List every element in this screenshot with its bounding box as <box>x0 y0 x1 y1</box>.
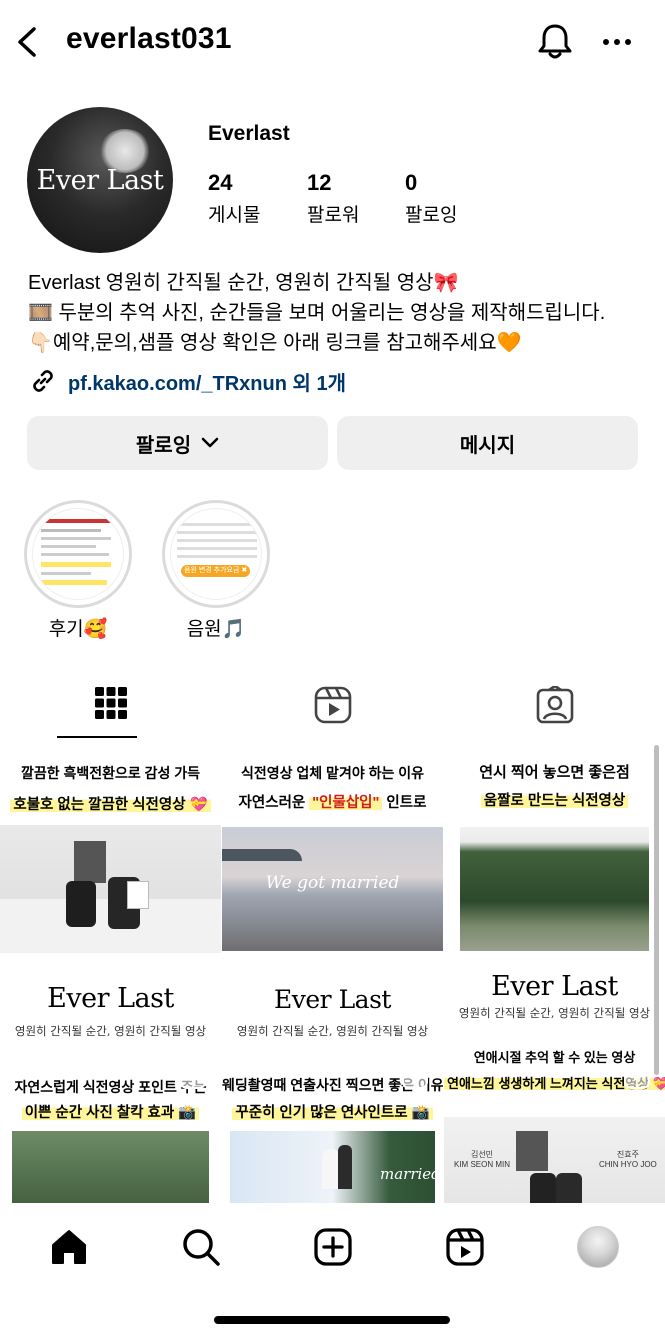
bio-line: 🎞️ 두분의 추억 사진, 순간들을 보며 어울리는 영상을 제작해드립니다. <box>28 302 606 324</box>
nav-profile[interactable] <box>574 1223 622 1271</box>
highlight-reviews[interactable]: 후기🥰 <box>24 500 132 641</box>
couple-photo <box>0 825 221 953</box>
add-post-icon <box>314 1228 352 1266</box>
chevron-down-icon <box>201 437 219 448</box>
message-button-label: 메시지 <box>459 434 516 457</box>
notification-bell-icon[interactable] <box>534 20 576 62</box>
beach-photo: We got married <box>222 827 443 951</box>
profile-bio: Everlast 영원히 간직될 순간, 영원히 간직될 영상🎀 🎞️ 두분의 … <box>28 268 605 358</box>
post-brand-logo: Ever Last <box>274 985 391 1014</box>
wedding-couple-photo: married <box>230 1131 441 1203</box>
forest-photo <box>12 1131 209 1203</box>
link-text[interactable]: pf.kakao.com/_TRxnun 외 1개 <box>68 367 346 396</box>
profile-username: everlast031 <box>66 22 232 55</box>
stat-posts-count: 24 <box>208 170 233 195</box>
couple-studio-photo: 김선민 KIM SEON MIN 진효주 CHIN HYO JOO <box>444 1117 665 1203</box>
following-button-label: 팔로잉 <box>135 434 192 457</box>
grid-scrollbar[interactable] <box>654 745 659 1075</box>
stat-following[interactable]: 0 팔로잉 <box>405 170 457 227</box>
stat-following-count: 0 <box>405 170 418 195</box>
home-indicator[interactable] <box>214 1316 450 1324</box>
more-options-icon[interactable] <box>600 30 634 54</box>
post-caption-highlight: 이쁜 순간 사진 찰칵 효과 📸 <box>21 1105 200 1121</box>
profile-display-name: Everlast <box>208 122 290 145</box>
active-tab-indicator <box>57 736 137 738</box>
stat-following-label: 팔로잉 <box>405 205 458 226</box>
profile-avatar-small <box>577 1226 619 1268</box>
back-arrow-icon[interactable] <box>14 22 44 62</box>
photo-overlay-text: We got married <box>265 873 400 893</box>
top-bar: everlast031 <box>0 0 665 84</box>
highlight-ring: 음원 변경 추가요금 ✖ <box>162 500 270 608</box>
person-name-1-en: KIM SEON MIN <box>454 1160 511 1169</box>
person-name-2-en: CHIN HYO JOO <box>599 1160 657 1169</box>
post-caption-top: 연시 찍어 놓으면 좋은점 <box>479 764 630 781</box>
nav-create[interactable] <box>309 1223 357 1271</box>
stat-followers-label: 팔로워 <box>307 205 360 226</box>
post-caption-top: 깔끔한 흑백전환으로 감성 가득 <box>20 765 201 781</box>
highlight-label: 음원🎵 <box>186 619 246 640</box>
stat-posts-label: 게시물 <box>208 205 261 226</box>
highlight-cover-list: 음원 변경 추가요금 ✖ <box>170 508 262 600</box>
post-brand-subtitle: 영원히 간직될 순간, 영원히 간직될 영상 <box>236 1024 429 1038</box>
highlight-ring <box>24 500 132 608</box>
stat-followers-count: 12 <box>307 170 332 195</box>
profile-avatar[interactable]: Ever Last <box>27 107 173 253</box>
post-thumbnail[interactable]: 깔끔한 흑백전환으로 감성 가득 호불호 없는 깔끔한 식전영상 💝 <box>0 743 221 953</box>
post-caption-part: 자연스러운 <box>238 795 310 811</box>
tagged-person-icon <box>536 686 573 724</box>
bamboo-forest-photo <box>460 827 649 951</box>
post-brand-subtitle: 영원히 간직될 순간, 영원히 간직될 영상 <box>14 1024 207 1038</box>
link-icon <box>33 370 53 392</box>
tab-tagged[interactable] <box>444 680 665 740</box>
tab-posts-grid[interactable] <box>0 680 221 740</box>
post-brand-subtitle: 영원히 간직될 순간, 영원히 간직될 영상 <box>458 1006 651 1020</box>
search-icon <box>183 1229 220 1266</box>
post-caption-part: 인트로 <box>382 795 427 811</box>
avatar-logo-text: Ever Last <box>36 165 164 196</box>
reels-icon <box>446 1228 484 1266</box>
post-brand-logo: Ever Last <box>491 971 618 1002</box>
person-name-1: 김선민 <box>470 1150 494 1159</box>
bio-line: 👇🏻예약,문의,샘플 영상 확인은 아래 링크를 참고해주세요🧡 <box>28 332 522 354</box>
reel-indicator-icon <box>180 1063 206 1089</box>
reel-indicator-icon <box>624 1063 650 1089</box>
grid-icon <box>94 687 127 719</box>
profile-link[interactable]: pf.kakao.com/_TRxnun 외 1개 <box>28 366 346 396</box>
highlight-badge: 음원 변경 추가요금 ✖ <box>181 565 251 577</box>
stat-followers[interactable]: 12 팔로워 <box>307 170 359 227</box>
stat-posts[interactable]: 24 게시물 <box>208 170 260 227</box>
highlight-cover-chat <box>32 508 124 600</box>
post-thumbnail[interactable]: 연시 찍어 놓으면 좋은점 움짤로 만드는 식전영상 <box>444 743 665 953</box>
reel-indicator-icon <box>402 1063 428 1089</box>
nav-search[interactable] <box>177 1223 225 1271</box>
post-thumbnail[interactable]: 식전영상 업체 맡겨야 하는 이유 자연스러운 "인물삽입" 인트로 We go… <box>222 743 443 953</box>
nav-reels[interactable] <box>441 1223 489 1271</box>
highlight-label: 후기🥰 <box>48 619 108 640</box>
post-caption-top: 식전영상 업체 맡겨야 하는 이유 <box>241 765 424 781</box>
home-icon <box>52 1230 86 1264</box>
message-button[interactable]: 메시지 <box>337 416 638 470</box>
following-button[interactable]: 팔로잉 <box>27 416 328 470</box>
nav-home[interactable] <box>45 1223 93 1271</box>
post-caption-highlight: 호불호 없는 깔끔한 식전영상 💝 <box>10 797 211 813</box>
posts-grid: 깔끔한 흑백전환으로 감성 가득 호불호 없는 깔끔한 식전영상 💝 식전영상 … <box>0 743 665 1203</box>
highlight-music[interactable]: 음원 변경 추가요금 ✖ 음원🎵 <box>162 500 270 641</box>
photo-overlay-text: married <box>380 1165 441 1183</box>
post-caption-highlight: 움짤로 만드는 식전영상 <box>480 793 629 809</box>
tab-reels[interactable] <box>222 680 443 740</box>
bio-line: Everlast 영원히 간직될 순간, 영원히 간직될 영상🎀 <box>28 272 459 294</box>
reels-icon <box>314 686 351 724</box>
person-name-2: 진효주 <box>616 1150 639 1159</box>
post-caption-accent: "인물삽입" <box>309 795 383 811</box>
post-caption-highlight: 꾸준히 인기 많은 연사인트로 📸 <box>232 1105 433 1121</box>
post-brand-logo: Ever Last <box>47 983 174 1014</box>
